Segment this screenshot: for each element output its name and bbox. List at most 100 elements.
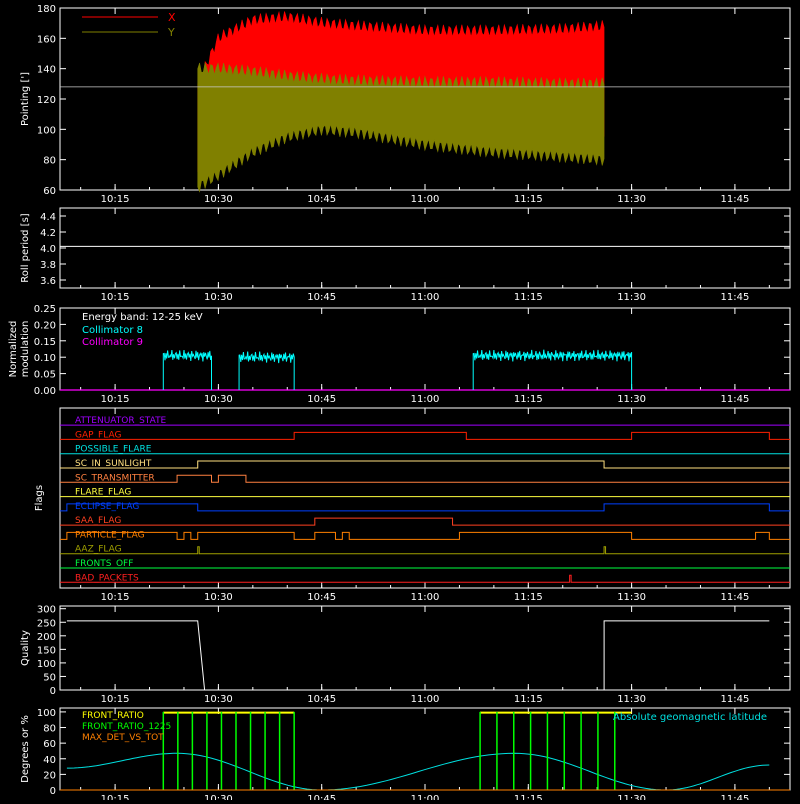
geomag-annotation: Absolute geomagnetic latitude [613, 712, 767, 723]
modulation-xtick-label: 11:15 [514, 394, 543, 405]
pointing-xtick-label: 10:30 [204, 194, 233, 205]
flags-ylabel: Flags [34, 485, 45, 511]
flag-label-sc_in_sunlight: SC_IN_SUNLIGHT [75, 459, 152, 469]
modulation-legend-title: Energy band: 12-25 keV [82, 312, 203, 323]
roll-ylabel: Roll period [s] [20, 213, 31, 282]
quality-xtick-label: 10:45 [307, 694, 336, 705]
flag-line-aaz_flag [60, 546, 790, 555]
legend-y-label: Y [167, 26, 175, 39]
pointing-ytick-label: 100 [37, 125, 56, 136]
flag-label-eclipse_flag: ECLIPSE_FLAG [75, 502, 139, 512]
collimator8-segment [238, 351, 295, 391]
quality-ytick-label: 200 [37, 632, 56, 643]
roll-xtick-label: 11:00 [411, 292, 440, 303]
degrees-ytick-label: 100 [37, 708, 56, 719]
quality-xtick-label: 11:15 [514, 694, 543, 705]
flag-label-aaz_flag: AAZ_FLAG [75, 545, 122, 555]
degrees-xtick-label: 11:45 [720, 794, 749, 800]
roll-xtick-label: 11:15 [514, 292, 543, 303]
degrees-ytick-label: 20 [43, 770, 56, 781]
flag-line-eclipse_flag [60, 503, 790, 512]
flags-frame [59, 407, 791, 589]
pointing-xtick-label: 10:15 [101, 194, 130, 205]
flags-xtick-label: 11:30 [617, 592, 646, 603]
roll-ytick-label: 4.4 [40, 212, 56, 223]
degrees-ytick-label: 0 [50, 786, 56, 797]
quality-xtick-label: 10:15 [101, 694, 130, 705]
modulation-ylabel-1: Normalized [8, 321, 19, 378]
modulation-ytick-label: 0.20 [34, 320, 56, 331]
degrees-ytick-label: 60 [43, 739, 56, 750]
modulation-xtick-label: 11:30 [617, 394, 646, 405]
flags-xtick-label: 11:45 [720, 592, 749, 603]
flags-xtick-label: 11:00 [411, 592, 440, 603]
modulation-legend-item: Collimator 8 [82, 325, 143, 336]
modulation-ytick-label: 0.10 [34, 353, 56, 364]
pointing-xtick-label: 10:45 [307, 194, 336, 205]
quicklook-svg: 10:15 10:30 10:45 11:00 11:15 11:30 11:45 10:15… [8, 4, 791, 804]
flag-line-sc_transmitter [60, 474, 790, 483]
flag-label-particle_flag: PARTICLE_FLAG [75, 530, 145, 540]
flag-label-possible_flare: POSSIBLE_FLARE [75, 445, 152, 455]
quality-line [66, 620, 770, 691]
pointing-xtick-label: 11:30 [617, 194, 646, 205]
pointing-ytick-label: 160 [37, 34, 56, 45]
roll-xtick-label: 11:45 [720, 292, 749, 303]
modulation-ytick-label: 0.15 [34, 337, 56, 348]
modulation-xtick-label: 10:15 [101, 394, 130, 405]
quality-xtick-label: 11:45 [720, 694, 749, 705]
quality-ytick-label: 150 [37, 645, 56, 656]
degrees-ytick-label: 40 [43, 755, 56, 766]
modulation-xtick-label: 10:30 [204, 394, 233, 405]
degrees-ytick-label: 80 [43, 724, 56, 735]
degrees-legend-item: FRONT_RATIO [82, 711, 144, 721]
pointing-ytick-label: 180 [37, 4, 56, 15]
modulation-ytick-label: 0.05 [34, 370, 56, 381]
degrees-xtick-label: 11:30 [617, 794, 646, 800]
roll-ytick-label: 3.8 [40, 260, 56, 271]
flag-line-gap_flag [60, 431, 790, 440]
roll-xtick-label: 11:30 [617, 292, 646, 303]
roll-ytick-label: 4.0 [40, 244, 56, 255]
roll-xtick-label: 10:15 [101, 292, 130, 303]
quality-ytick-label: 50 [43, 672, 56, 683]
roll-xtick-label: 10:30 [204, 292, 233, 303]
roll-frame [59, 207, 791, 289]
pointing-xtick-label: 11:00 [411, 194, 440, 205]
flags-xtick-label: 11:15 [514, 592, 543, 603]
degrees-legend-item: MAX_DET_VS_TOT [82, 733, 164, 743]
quality-ytick-label: 250 [37, 618, 56, 629]
flag-label-flare_flag: FLARE_FLAG [75, 488, 131, 498]
flags-xtick-label: 10:15 [101, 592, 130, 603]
degrees-xtick-label: 10:45 [307, 794, 336, 800]
flag-label-sc_transmitter: SC_TRANSMITTER [75, 473, 155, 483]
modulation-xtick-label: 11:45 [720, 394, 749, 405]
quality-frame [59, 605, 791, 691]
quality-ytick-label: 100 [37, 659, 56, 670]
flag-label-fronts_off: FRONTS_OFF [75, 559, 133, 569]
pointing-xtick-label: 11:15 [514, 194, 543, 205]
modulation-ytick-label: 0.25 [34, 304, 56, 315]
flag-label-gap_flag: GAP_FLAG [75, 430, 121, 440]
quality-xtick-label: 11:30 [617, 694, 646, 705]
flags-xtick-label: 10:45 [307, 592, 336, 603]
quality-ytick-label: 0 [50, 686, 56, 697]
pointing-ytick-label: 120 [37, 95, 56, 106]
flag-line-sc_in_sunlight [60, 460, 790, 469]
flag-line-bad_packets [60, 574, 790, 583]
pointing-ytick-label: 80 [43, 156, 56, 167]
legend-x-label: X [168, 11, 176, 24]
roll-ytick-label: 3.6 [40, 276, 56, 287]
degrees-legend-item: FRONT_RATIO_1225 [82, 722, 171, 732]
collimator8-segment [162, 349, 213, 391]
flag-line-particle_flag [60, 531, 790, 540]
flag-label-saa_flag: SAA_FLAG [75, 516, 121, 526]
degrees-xtick-label: 10:15 [101, 794, 130, 800]
quality-ytick-label: 300 [37, 605, 56, 616]
flags-xtick-label: 10:30 [204, 592, 233, 603]
quality-xtick-label: 11:00 [411, 694, 440, 705]
pointing-ylabel: Pointing ['] [20, 72, 31, 126]
modulation-xtick-label: 10:45 [307, 394, 336, 405]
flag-label-bad_packets: BAD_PACKETS [75, 573, 139, 583]
modulation-ytick-label: 0.00 [34, 386, 56, 397]
